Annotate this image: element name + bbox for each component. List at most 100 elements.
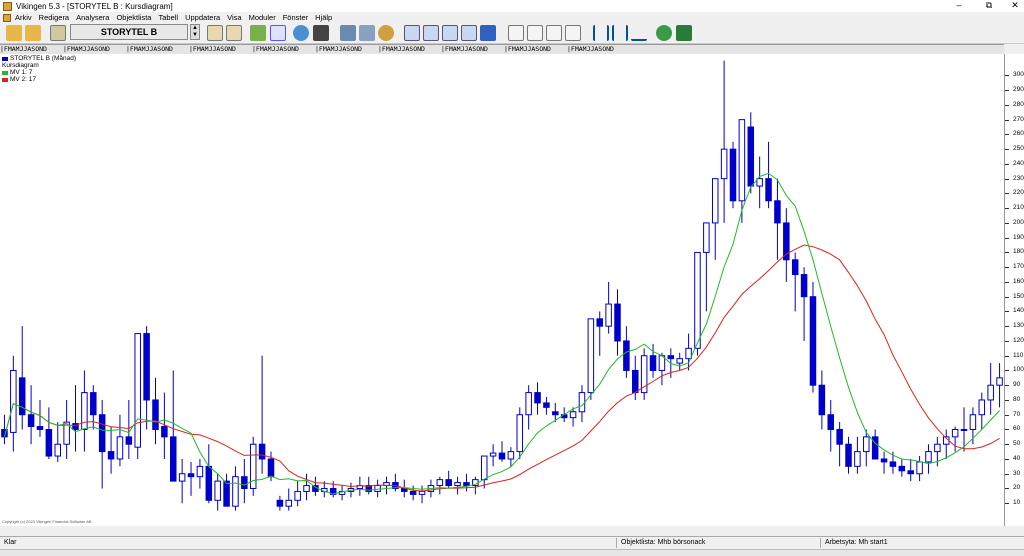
candle-body bbox=[818, 384, 826, 416]
candle-body bbox=[934, 443, 941, 453]
table-view-1-icon[interactable] bbox=[508, 25, 524, 41]
close-button[interactable]: ✕ bbox=[1000, 0, 1024, 12]
copyright: Copyright (c) 2023 Vikingen Financial So… bbox=[2, 519, 92, 524]
notebook-icon[interactable] bbox=[50, 25, 66, 41]
candle-body bbox=[747, 126, 755, 187]
document-icon[interactable] bbox=[3, 13, 11, 22]
line-chart-icon[interactable] bbox=[631, 25, 647, 41]
y-tick-label: 100 bbox=[1013, 366, 1024, 374]
camera-icon[interactable] bbox=[313, 25, 329, 41]
y-tick-label: 10 bbox=[1013, 499, 1021, 507]
save-folder-icon[interactable] bbox=[25, 25, 41, 41]
chart-window-1-icon[interactable] bbox=[404, 25, 420, 41]
menu-analysera[interactable]: Analysera bbox=[76, 13, 109, 22]
candle-body bbox=[81, 392, 88, 430]
candle-body bbox=[54, 443, 62, 457]
y-tick bbox=[1005, 458, 1009, 460]
page-previous-icon[interactable] bbox=[207, 25, 223, 41]
minimize-button[interactable]: – bbox=[944, 0, 974, 12]
y-tick-label: 230 bbox=[1013, 174, 1024, 182]
info-icon[interactable] bbox=[270, 25, 286, 41]
instrument-swatch bbox=[2, 56, 8, 61]
ma2-swatch bbox=[2, 77, 8, 82]
candle-body bbox=[827, 414, 834, 430]
candle-body bbox=[774, 200, 781, 224]
candle-body bbox=[152, 399, 159, 430]
refresh-icon[interactable] bbox=[293, 25, 309, 41]
y-tick-label: 240 bbox=[1013, 159, 1024, 167]
candle-body bbox=[916, 461, 923, 475]
candle-body bbox=[480, 455, 488, 481]
chart-window-4-icon[interactable] bbox=[461, 25, 477, 41]
y-tick bbox=[1005, 399, 1009, 401]
symbol-spinner[interactable]: ▲ ▼ bbox=[190, 24, 200, 40]
month-strip-year: |FMAMJJASOND bbox=[252, 45, 299, 53]
candle-body bbox=[711, 178, 719, 224]
y-tick-label: 270 bbox=[1013, 115, 1024, 123]
candle-body bbox=[18, 377, 26, 416]
menu-tabell[interactable]: Tabell bbox=[158, 13, 178, 22]
grid-view-icon[interactable] bbox=[480, 25, 496, 41]
menu-hjalp[interactable]: Hjälp bbox=[315, 13, 332, 22]
candle-body bbox=[125, 436, 133, 445]
y-tick bbox=[1005, 326, 1009, 328]
candle-body bbox=[667, 355, 675, 360]
globe-icon[interactable] bbox=[656, 25, 672, 41]
y-tick-label: 80 bbox=[1013, 395, 1021, 403]
candle-body bbox=[258, 443, 266, 460]
print-preview-icon[interactable] bbox=[359, 25, 375, 41]
y-tick bbox=[1005, 104, 1009, 106]
y-tick-label: 50 bbox=[1013, 440, 1021, 448]
candle-body bbox=[685, 347, 692, 360]
candle-body bbox=[605, 303, 612, 327]
candle-body bbox=[765, 178, 772, 202]
candle-body bbox=[996, 377, 1003, 386]
candle-body bbox=[223, 480, 230, 507]
leaf-icon[interactable] bbox=[250, 25, 266, 41]
chart-window-2-icon[interactable] bbox=[423, 25, 439, 41]
y-tick bbox=[1005, 193, 1009, 195]
legend-diagram: Kursdiagram bbox=[2, 62, 39, 69]
menu-fonster[interactable]: Fönster bbox=[283, 13, 308, 22]
candle-body bbox=[543, 402, 550, 408]
menu-visa[interactable]: Visa bbox=[227, 13, 241, 22]
table-view-4-icon[interactable] bbox=[565, 25, 581, 41]
page-next-icon[interactable] bbox=[226, 25, 242, 41]
open-folder-icon[interactable] bbox=[6, 25, 22, 41]
globe-settings-icon[interactable] bbox=[378, 25, 394, 41]
y-tick-label: 40 bbox=[1013, 454, 1021, 462]
bank-icon[interactable] bbox=[676, 25, 692, 41]
y-tick-label: 90 bbox=[1013, 381, 1021, 389]
printer-icon[interactable] bbox=[340, 25, 356, 41]
menu-moduler[interactable]: Moduler bbox=[249, 13, 276, 22]
candlestick-icon[interactable] bbox=[593, 25, 609, 41]
chart-legend: STORYTEL B (Månad) Kursdiagram MV 1: 7 M… bbox=[2, 55, 76, 83]
candle-body bbox=[569, 411, 577, 419]
window-title: Vikingen 5.3 - [STORYTEL B : Kursdiagram… bbox=[16, 1, 173, 11]
y-tick bbox=[1005, 252, 1009, 254]
y-tick bbox=[1005, 444, 1009, 446]
candle-body bbox=[596, 318, 603, 327]
table-view-3-icon[interactable] bbox=[546, 25, 562, 41]
candle-body bbox=[267, 458, 275, 478]
menu-redigera[interactable]: Redigera bbox=[39, 13, 69, 22]
y-tick-label: 110 bbox=[1013, 351, 1024, 359]
y-tick bbox=[1005, 296, 1009, 298]
y-tick-label: 160 bbox=[1013, 277, 1024, 285]
bar-chart-icon[interactable] bbox=[612, 25, 628, 41]
y-tick bbox=[1005, 355, 1009, 357]
month-strip-year: |FMAMJJASOND bbox=[63, 45, 110, 53]
symbol-field[interactable]: STORYTEL B bbox=[70, 24, 188, 40]
table-view-2-icon[interactable] bbox=[527, 25, 543, 41]
candle-body bbox=[98, 414, 106, 453]
price-chart[interactable] bbox=[0, 54, 1004, 526]
menu-objektlista[interactable]: Objektlista bbox=[116, 13, 151, 22]
y-tick bbox=[1005, 178, 1009, 180]
y-tick bbox=[1005, 149, 1009, 151]
menu-uppdatera[interactable]: Uppdatera bbox=[185, 13, 220, 22]
candle-body bbox=[720, 148, 728, 180]
ma1-swatch bbox=[2, 70, 8, 75]
month-strip-year: |FMAMJJASOND bbox=[126, 45, 173, 53]
chart-window-3-icon[interactable] bbox=[442, 25, 458, 41]
menu-arkiv[interactable]: Arkiv bbox=[15, 13, 32, 22]
